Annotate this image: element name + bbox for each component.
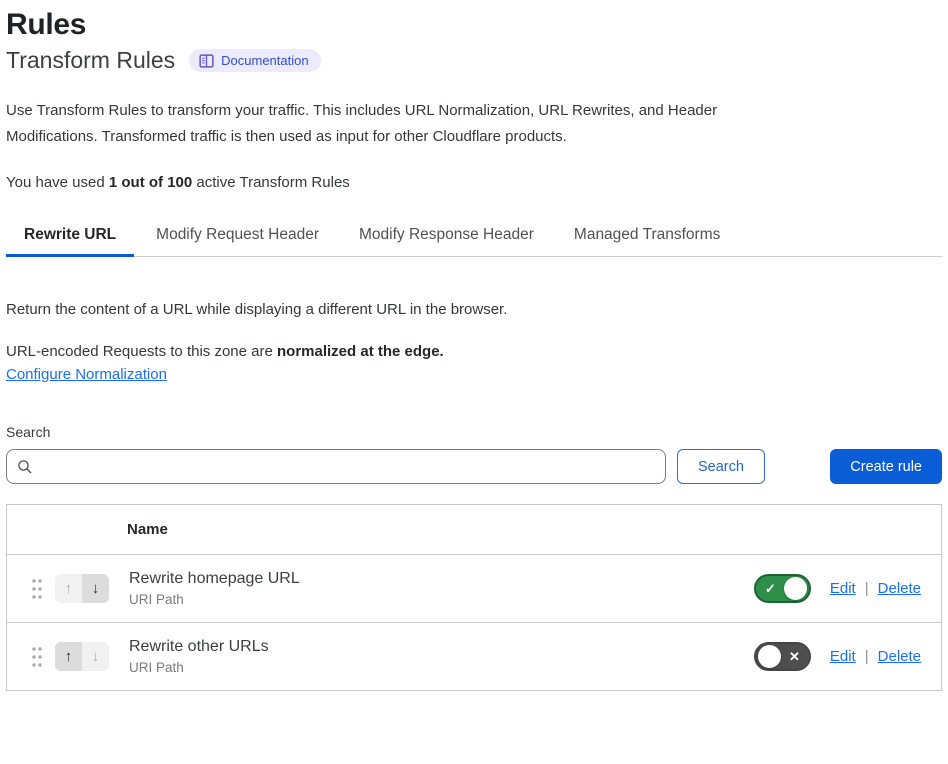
- tab-modify-response-header[interactable]: Modify Response Header: [341, 217, 552, 256]
- row-actions: ✓ ✕ Edit | Delete: [754, 642, 921, 671]
- table-row: ↑ ↓ Rewrite homepage URL URI Path ✓ ✕ Ed…: [7, 555, 941, 622]
- page-title: Rules: [6, 8, 942, 42]
- documentation-badge-label: Documentation: [221, 53, 308, 68]
- subtitle-row: Transform Rules Documentation: [6, 47, 942, 74]
- rule-name-block: Rewrite homepage URL URI Path: [129, 570, 754, 607]
- rule-name: Rewrite other URLs: [129, 638, 754, 656]
- rule-enabled-toggle[interactable]: ✓ ✕: [754, 642, 811, 671]
- search-input[interactable]: [41, 450, 655, 483]
- search-icon: [17, 459, 33, 475]
- controls-row: Search Create rule: [6, 449, 942, 484]
- search-button[interactable]: Search: [677, 449, 765, 484]
- action-separator: |: [865, 580, 869, 597]
- tab-bar: Rewrite URL Modify Request Header Modify…: [6, 217, 942, 257]
- delete-link[interactable]: Delete: [878, 580, 921, 597]
- page-description: Use Transform Rules to transform your tr…: [6, 98, 796, 150]
- reorder-buttons: ↑ ↓: [55, 642, 109, 671]
- configure-normalization-link[interactable]: Configure Normalization: [6, 366, 167, 383]
- tab-managed-transforms[interactable]: Managed Transforms: [556, 217, 738, 256]
- rules-table: Name ↑ ↓ Rewrite homepage URL URI Path: [6, 504, 942, 691]
- usage-summary: You have used 1 out of 100 active Transf…: [6, 174, 942, 191]
- search-input-wrapper: [6, 449, 666, 484]
- table-header: Name: [7, 505, 941, 555]
- move-up-button[interactable]: ↑: [55, 642, 82, 671]
- edit-link[interactable]: Edit: [830, 580, 856, 597]
- rule-name-block: Rewrite other URLs URI Path: [129, 638, 754, 675]
- column-header-name: Name: [127, 521, 168, 538]
- reorder-buttons: ↑ ↓: [55, 574, 109, 603]
- rule-name: Rewrite homepage URL: [129, 570, 754, 588]
- cross-icon: ✕: [789, 650, 800, 663]
- check-icon: ✓: [765, 582, 776, 595]
- delete-link[interactable]: Delete: [878, 648, 921, 665]
- toggle-knob: [758, 645, 781, 668]
- rule-type: URI Path: [129, 660, 754, 675]
- row-actions: ✓ ✕ Edit | Delete: [754, 574, 921, 603]
- book-icon: [199, 54, 214, 68]
- search-label: Search: [6, 424, 50, 440]
- drag-handle-icon[interactable]: [31, 576, 43, 602]
- documentation-badge[interactable]: Documentation: [189, 49, 320, 72]
- tab-modify-request-header[interactable]: Modify Request Header: [138, 217, 337, 256]
- create-rule-button[interactable]: Create rule: [830, 449, 942, 484]
- toggle-knob: [784, 577, 807, 600]
- edit-link[interactable]: Edit: [830, 648, 856, 665]
- tab-description: Return the content of a URL while displa…: [6, 301, 942, 318]
- tab-rewrite-url[interactable]: Rewrite URL: [6, 217, 134, 256]
- drag-handle-icon[interactable]: [31, 644, 43, 670]
- rule-type: URI Path: [129, 592, 754, 607]
- action-separator: |: [865, 648, 869, 665]
- move-up-button[interactable]: ↑: [55, 574, 82, 603]
- move-down-button[interactable]: ↓: [82, 574, 109, 603]
- transform-rules-page: Rules Transform Rules Documentation Use …: [0, 0, 948, 691]
- page-subtitle: Transform Rules: [6, 47, 175, 74]
- normalization-status: URL-encoded Requests to this zone are no…: [6, 343, 942, 360]
- rule-enabled-toggle[interactable]: ✓ ✕: [754, 574, 811, 603]
- move-down-button[interactable]: ↓: [82, 642, 109, 671]
- table-row: ↑ ↓ Rewrite other URLs URI Path ✓ ✕ Edit…: [7, 622, 941, 690]
